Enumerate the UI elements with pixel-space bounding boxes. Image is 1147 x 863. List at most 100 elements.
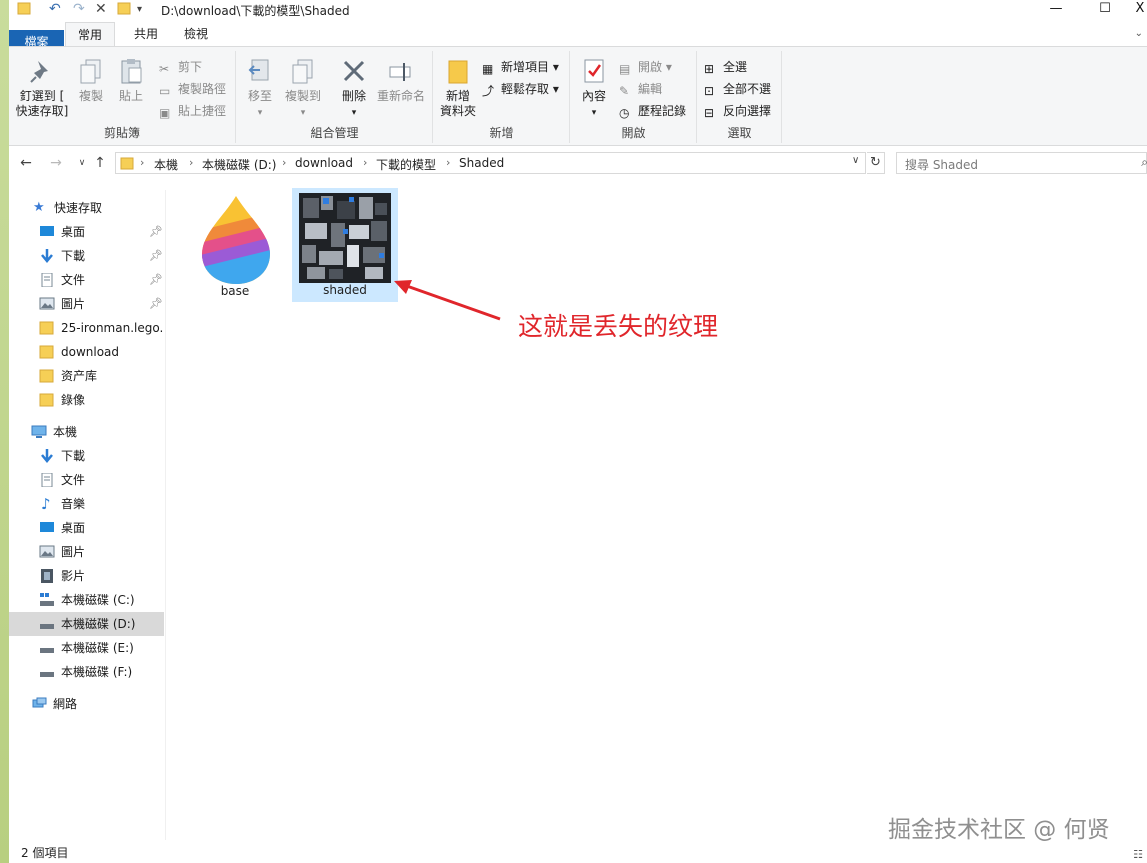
nav-pc-documents[interactable]: 文件 (9, 468, 164, 492)
copy-to-button[interactable]: 複製到 ▾ (281, 57, 325, 121)
cut-button[interactable]: ✂ 剪下 (159, 57, 202, 77)
clipboard-group-label: 剪貼簿 (103, 126, 140, 140)
nav-drive-d[interactable]: 本機磁碟 (D:) (9, 612, 164, 636)
move-to-icon (248, 59, 269, 81)
pin-quick-access-button[interactable]: 釘選到 [ 快速存取] (13, 57, 71, 119)
invert-selection-button[interactable]: ⊟ 反向選擇 (704, 101, 771, 121)
breadcrumb-shaded[interactable]: Shaded (459, 156, 504, 170)
paste-button[interactable]: 貼上 (113, 57, 149, 104)
nav-item-pictures[interactable]: 圖片 📌︎ (9, 292, 164, 316)
folder-icon (39, 321, 54, 335)
picture-icon (39, 545, 55, 558)
nav-item-documents[interactable]: 文件 📌︎ (9, 268, 164, 292)
tab-share[interactable]: 共用 (121, 22, 171, 46)
properties-button[interactable]: 內容 ▾ (577, 57, 611, 121)
nav-drive-e[interactable]: 本機磁碟 (E:) (9, 636, 164, 660)
copy-path-button[interactable]: ▭ 複製路徑 (159, 79, 226, 99)
nav-item-download-folder[interactable]: download (9, 340, 164, 364)
open-group-label: 開啟 (621, 126, 646, 140)
address-bar[interactable]: › 本機 › 本機磁碟 (D:) › download › 下載的模型 › Sh… (115, 152, 866, 174)
rename-button[interactable]: 重新命名 (375, 57, 427, 104)
drive-icon (40, 593, 54, 606)
edit-icon: ✎ (619, 84, 630, 98)
download-icon (41, 249, 53, 263)
folder-icon (39, 369, 54, 383)
undo-icon[interactable]: ↶ (49, 1, 61, 18)
new-item-button[interactable]: ▦ 新增項目 ▾ (482, 57, 559, 77)
nav-quick-access[interactable]: ★ 快速存取 (9, 196, 164, 220)
breadcrumb-this-pc[interactable]: 本機 (154, 156, 178, 173)
new-folder-button[interactable]: 新增 資料夾 (438, 57, 478, 119)
nav-pc-downloads[interactable]: 下載 (9, 444, 164, 468)
delete-button[interactable]: 刪除 ▾ (337, 57, 371, 121)
nav-pc-music[interactable]: ♪ 音樂 (9, 492, 164, 516)
tab-view[interactable]: 檢視 (171, 22, 221, 46)
copy-button[interactable]: 複製 (73, 57, 109, 104)
drive-icon (40, 624, 54, 629)
file-item-base[interactable]: base (182, 188, 288, 302)
select-group: ⊞ 全選 ⊡ 全部不選 ⊟ 反向選擇 選取 (698, 51, 782, 143)
search-input[interactable]: 搜尋 Shaded ⌕ (896, 152, 1147, 174)
new-folder-label-2: 資料夾 (439, 104, 476, 118)
pin-icon: 📌︎ (149, 225, 163, 238)
rename-label: 重新命名 (376, 89, 425, 103)
nav-item-recordings[interactable]: 錄像 (9, 388, 164, 412)
annotation-arrow (394, 280, 501, 321)
nav-item-label: 圖片 (61, 297, 86, 311)
navigation-pane: ★ 快速存取 桌面 📌︎ 下載 📌︎ 文件 📌︎ 圖片 📌︎ 25-ironma… (9, 190, 166, 840)
refresh-icon[interactable]: ↻ (867, 152, 885, 174)
nav-item-downloads[interactable]: 下載 📌︎ (9, 244, 164, 268)
new-group: 新增 資料夾 ▦ 新增項目 ▾ ⤴ 輕鬆存取 ▾ 新增 (434, 51, 570, 143)
edit-button[interactable]: ✎ 編輯 (619, 79, 662, 99)
nav-item-ironman[interactable]: 25-ironman.lego.r (9, 316, 164, 340)
details-view-icon[interactable]: ☷ (1133, 845, 1143, 863)
nav-pc-videos[interactable]: 影片 (9, 564, 164, 588)
file-name: shaded (323, 283, 367, 297)
invert-selection-label: 反向選擇 (723, 104, 772, 118)
select-all-button[interactable]: ⊞ 全選 (704, 57, 747, 77)
maximize-button[interactable]: ☐ (1088, 0, 1122, 20)
nav-item-label: 文件 (61, 473, 86, 487)
easy-access-button[interactable]: ⤴ 輕鬆存取 ▾ (482, 79, 559, 99)
annotation-text: 这就是丢失的纹理 (518, 312, 719, 341)
nav-network[interactable]: 網路 (9, 692, 164, 716)
chevron-down-icon[interactable]: ⌄ (1135, 28, 1143, 39)
item-count: 2 個項目 (21, 846, 69, 860)
move-to-button[interactable]: 移至 ▾ (243, 57, 277, 121)
nav-drive-c[interactable]: 本機磁碟 (C:) (9, 588, 164, 612)
file-item-shaded[interactable]: shaded (292, 188, 398, 302)
nav-pc-pictures[interactable]: 圖片 (9, 540, 164, 564)
open-button[interactable]: ▤ 開啟 ▾ (619, 57, 672, 77)
search-placeholder: 搜尋 Shaded (905, 158, 979, 172)
nav-item-asset-library[interactable]: 资产库 (9, 364, 164, 388)
address-dropdown-icon[interactable]: ∨ (852, 155, 859, 166)
redo-icon[interactable]: ↷ (73, 1, 85, 18)
document-icon (41, 273, 53, 287)
pin-icon: 📌︎ (149, 249, 163, 262)
close-button[interactable]: X (1133, 0, 1147, 20)
delete-icon[interactable]: ✕ (95, 1, 107, 18)
paste-shortcut-button[interactable]: ▣ 貼上捷徑 (159, 101, 226, 121)
nav-item-desktop[interactable]: 桌面 📌︎ (9, 220, 164, 244)
clipboard-group: 釘選到 [ 快速存取] 複製 貼上 ✂ 剪下 ▭ 複製路徑 ▣ 貼上捷徑 剪貼簿 (9, 51, 236, 143)
nav-drive-f[interactable]: 本機磁碟 (F:) (9, 660, 164, 684)
forward-arrow-icon[interactable]: → (45, 152, 67, 174)
nav-this-pc[interactable]: 本機 (9, 420, 164, 444)
back-arrow-icon[interactable]: ← (15, 152, 37, 174)
open-icon: ▤ (619, 62, 631, 76)
customize-qa-icon[interactable]: ▾ (137, 1, 142, 18)
pin-icon: 📌︎ (149, 297, 163, 310)
select-none-button[interactable]: ⊡ 全部不選 (704, 79, 771, 99)
history-button[interactable]: ◷ 歷程記錄 (619, 101, 686, 121)
search-icon: ⌕ (1141, 155, 1147, 169)
download-icon (41, 449, 53, 463)
breadcrumb-models[interactable]: 下載的模型 (376, 156, 436, 173)
properties-icon (584, 59, 604, 83)
minimize-button[interactable]: — (1039, 0, 1073, 20)
breadcrumb-drive-d[interactable]: 本機磁碟 (D:) (202, 156, 276, 173)
tab-home[interactable]: 常用 (65, 22, 115, 46)
nav-pc-desktop[interactable]: 桌面 (9, 516, 164, 540)
breadcrumb-download[interactable]: download (295, 156, 353, 170)
up-arrow-icon[interactable]: ↑ (89, 152, 111, 174)
nav-item-label: 音樂 (61, 497, 86, 511)
